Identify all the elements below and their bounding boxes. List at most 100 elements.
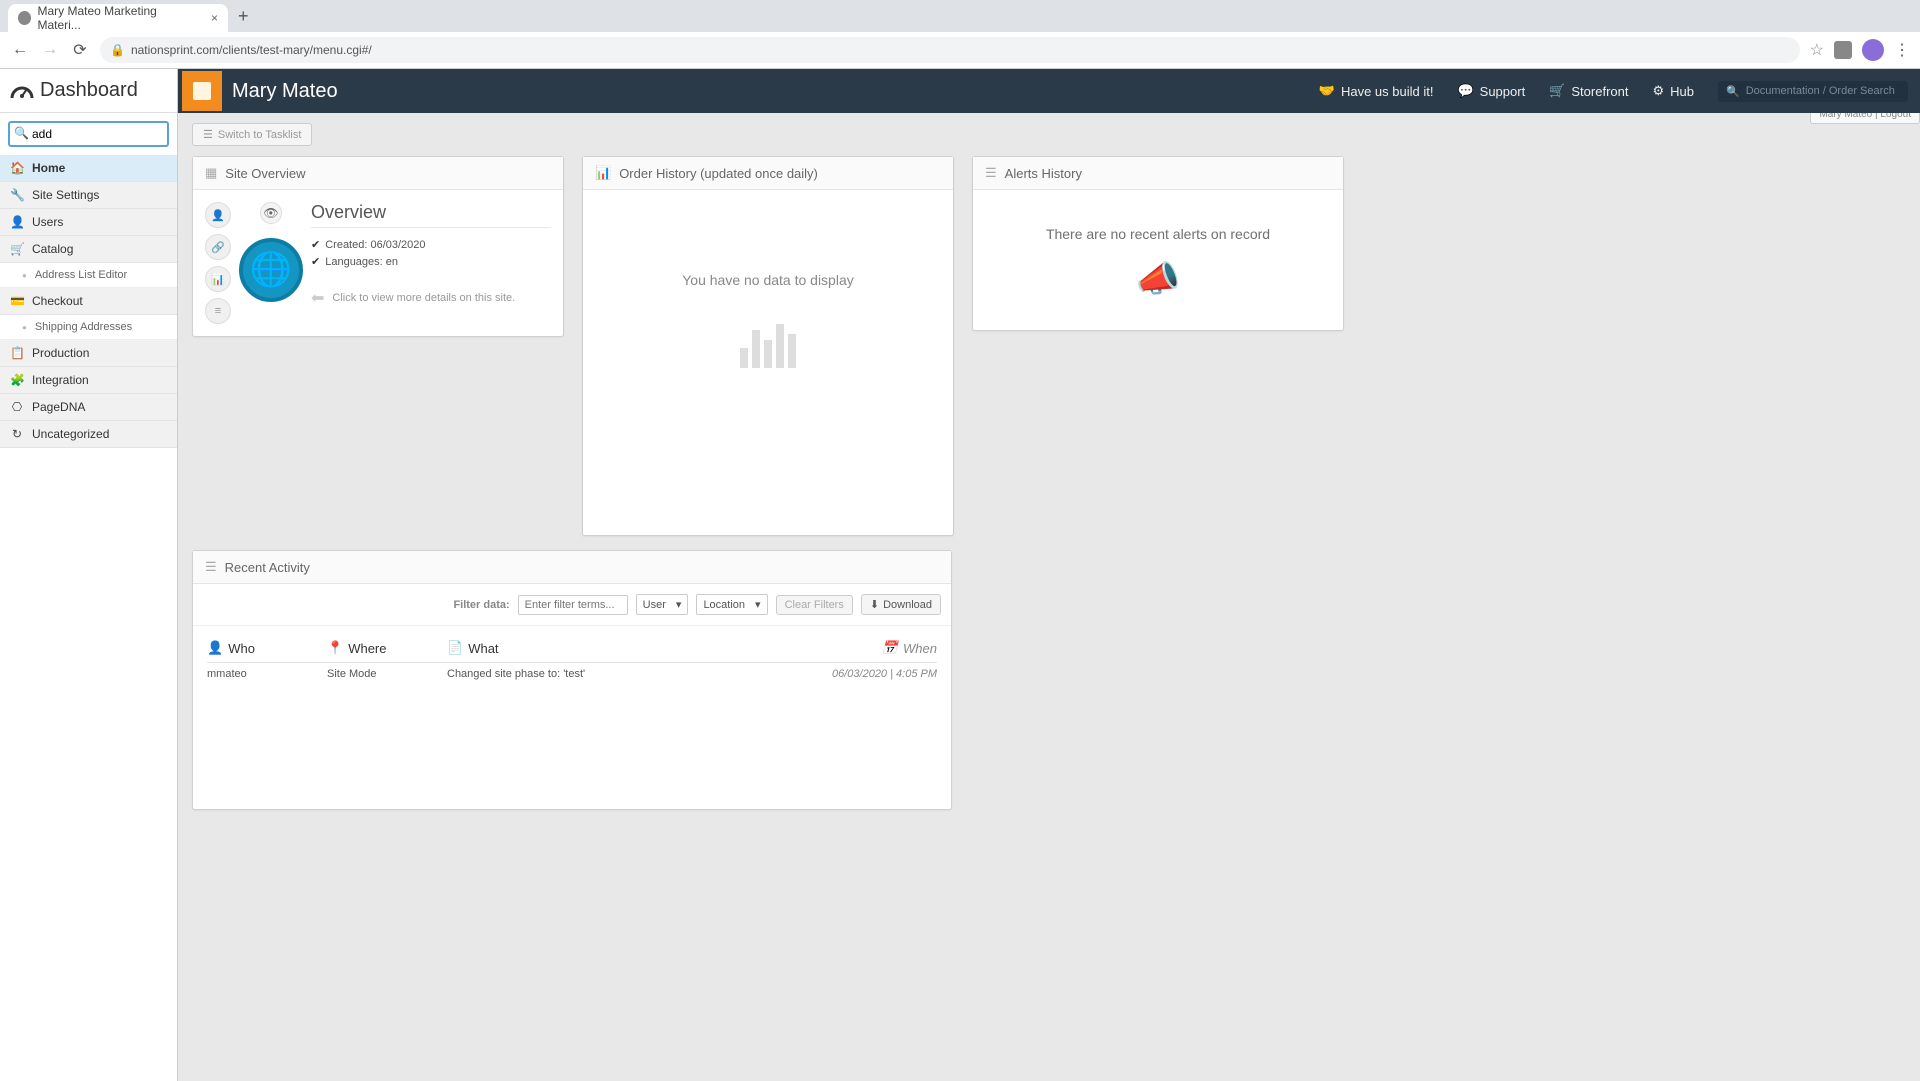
mini-tab-link[interactable]: 🔗 xyxy=(205,234,231,260)
wrench-icon: 🔧 xyxy=(10,188,24,202)
main-content: Mary Mateo | Logout ☰ Switch to Tasklist… xyxy=(178,113,1920,1081)
documentation-search[interactable]: 🔍 Documentation / Order Search xyxy=(1718,81,1908,102)
list-icon: ☰ xyxy=(205,559,217,575)
mini-tab-user[interactable]: 👤 xyxy=(205,202,231,228)
user-icon: 👤 xyxy=(207,640,223,656)
filter-label: Filter data: xyxy=(453,599,509,611)
user-filter-select[interactable]: User▾ xyxy=(636,594,689,615)
chevron-down-icon: ▾ xyxy=(676,598,682,611)
hub-icon: ⚙ xyxy=(1652,83,1664,99)
empty-chart-icon xyxy=(595,318,941,368)
client-name: Mary Mateo xyxy=(232,80,338,103)
hands-icon: 🤝 xyxy=(1319,83,1335,99)
have-us-build-link[interactable]: 🤝 Have us build it! xyxy=(1319,83,1434,99)
sidebar-item-production[interactable]: 📋 Production xyxy=(0,340,177,367)
sidebar-item-checkout[interactable]: 💳 Checkout xyxy=(0,288,177,315)
new-tab-button[interactable]: + xyxy=(238,6,249,27)
sidebar-sub-address-list-editor[interactable]: ● Address List Editor xyxy=(0,263,177,288)
download-button[interactable]: ⬇Download xyxy=(861,594,941,615)
location-filter-select[interactable]: Location▾ xyxy=(696,594,767,615)
refresh-icon: ↻ xyxy=(10,427,24,441)
switch-to-tasklist-button[interactable]: ☰ Switch to Tasklist xyxy=(192,123,312,146)
extension-icon[interactable] xyxy=(1834,41,1852,59)
panel-title: Order History (updated once daily) xyxy=(619,166,818,181)
app-bar: Mary Mateo 🤝 Have us build it! 💬 Support… xyxy=(0,69,1920,113)
sidebar-sub-shipping-addresses[interactable]: ● Shipping Addresses xyxy=(0,315,177,340)
browser-tab[interactable]: Mary Mateo Marketing Materi... × xyxy=(8,4,228,32)
address-bar: ← → ⟳ 🔒 nationsprint.com/clients/test-ma… xyxy=(0,32,1920,68)
reload-button[interactable]: ⟳ xyxy=(70,40,90,60)
search-icon: 🔍 xyxy=(1726,85,1740,98)
sidebar-item-pagedna[interactable]: ⎔ PageDNA xyxy=(0,394,177,421)
download-icon: ⬇ xyxy=(870,598,879,611)
support-link[interactable]: 💬 Support xyxy=(1457,83,1525,99)
sidebar-item-integration[interactable]: 🧩 Integration xyxy=(0,367,177,394)
url-input[interactable]: 🔒 nationsprint.com/clients/test-mary/men… xyxy=(100,37,1800,63)
hub-link[interactable]: ⚙ Hub xyxy=(1652,83,1694,99)
card-icon: 💳 xyxy=(10,294,24,308)
puzzle-icon: 🧩 xyxy=(10,373,24,387)
profile-avatar[interactable] xyxy=(1862,39,1884,61)
no-alerts-text: There are no recent alerts on record xyxy=(985,226,1331,242)
panel-title: Alerts History xyxy=(1005,166,1082,181)
storefront-link[interactable]: 🛒 Storefront xyxy=(1549,83,1628,99)
overview-heading: Overview xyxy=(311,202,551,228)
megaphone-icon: 📣 xyxy=(985,258,1331,300)
home-icon: 🏠 xyxy=(10,161,24,175)
clipboard-icon: 📋 xyxy=(10,346,24,360)
mini-tab-menu[interactable]: ≡ xyxy=(205,298,231,324)
clear-filters-button[interactable]: Clear Filters xyxy=(776,595,853,615)
dna-icon: ⎔ xyxy=(10,400,24,414)
panel-title: Recent Activity xyxy=(225,560,310,575)
sidebar-search-input[interactable] xyxy=(8,121,169,147)
brand-logo xyxy=(182,71,222,111)
lock-icon: 🔒 xyxy=(110,43,125,57)
chat-icon: 💬 xyxy=(1457,83,1473,99)
no-data-text: You have no data to display xyxy=(595,272,941,288)
dashboard-header: Dashboard xyxy=(0,69,177,113)
tab-close-icon[interactable]: × xyxy=(211,11,218,25)
user-badge[interactable]: Mary Mateo | Logout xyxy=(1810,113,1920,124)
cart-icon: 🛒 xyxy=(1549,83,1565,99)
order-history-panel: 📊 Order History (updated once daily) You… xyxy=(582,156,954,536)
list-icon: ☰ xyxy=(985,165,997,181)
sidebar-item-catalog[interactable]: 🛒 Catalog xyxy=(0,236,177,263)
bullet-icon: ● xyxy=(22,323,27,332)
site-overview-panel: ▦ Site Overview 👤 🔗 📊 ≡ 👁 🌐 xyxy=(192,156,564,337)
file-icon: 📄 xyxy=(447,640,463,656)
chevron-down-icon: ▾ xyxy=(755,598,761,611)
user-icon: 👤 xyxy=(10,215,24,229)
browser-chrome: Mary Mateo Marketing Materi... × + ← → ⟳… xyxy=(0,0,1920,69)
arrow-left-icon: ⬅ xyxy=(311,288,324,308)
dashboard-title: Dashboard xyxy=(40,79,138,102)
globe-icon: 🌐 xyxy=(239,238,303,302)
pin-icon: 📍 xyxy=(327,640,343,656)
check-icon: ✔ xyxy=(311,255,320,268)
sidebar-search: 🔍 xyxy=(8,121,169,147)
favicon-icon xyxy=(18,11,31,25)
forward-button[interactable]: → xyxy=(40,41,60,59)
activity-row: mmateo Site Mode Changed site phase to: … xyxy=(207,663,937,685)
check-icon: ✔ xyxy=(311,238,320,251)
eye-icon[interactable]: 👁 xyxy=(260,202,282,224)
dashboard-icon xyxy=(10,82,34,100)
bookmark-icon[interactable]: ☆ xyxy=(1810,40,1824,60)
recent-activity-panel: ☰ Recent Activity Filter data: User▾ Loc… xyxy=(192,550,952,810)
bar-chart-icon: 📊 xyxy=(595,165,611,181)
calendar-icon: 📅 xyxy=(882,640,898,656)
sidebar-item-users[interactable]: 👤 Users xyxy=(0,209,177,236)
browser-menu-icon[interactable]: ⋮ xyxy=(1894,40,1910,60)
sidebar-item-home[interactable]: 🏠 Home xyxy=(0,155,177,182)
filter-input[interactable] xyxy=(518,595,628,615)
mini-tab-chart[interactable]: 📊 xyxy=(205,266,231,292)
back-button[interactable]: ← xyxy=(10,41,30,59)
grid-icon: ▦ xyxy=(205,165,217,181)
bullet-icon: ● xyxy=(22,271,27,280)
tab-title: Mary Mateo Marketing Materi... xyxy=(37,4,197,32)
search-icon: 🔍 xyxy=(14,126,29,140)
sidebar-item-uncategorized[interactable]: ↻ Uncategorized xyxy=(0,421,177,448)
panel-title: Site Overview xyxy=(225,166,305,181)
tab-bar: Mary Mateo Marketing Materi... × + xyxy=(0,0,1920,32)
list-icon: ☰ xyxy=(203,128,213,141)
sidebar-item-site-settings[interactable]: 🔧 Site Settings xyxy=(0,182,177,209)
